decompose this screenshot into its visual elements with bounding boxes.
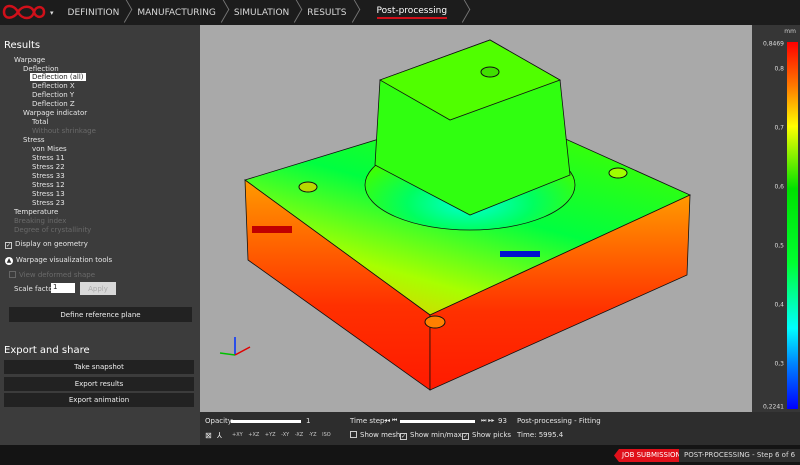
checkbox-icon xyxy=(9,271,16,278)
show-picks-checkbox[interactable]: ✓ Show picks xyxy=(462,431,511,440)
results-panel: Results Warpage Deflection Deflection (a… xyxy=(0,25,200,445)
tree-total[interactable]: Total xyxy=(32,118,48,126)
view-button[interactable]: ISO xyxy=(322,432,331,438)
color-legend: mm 0,8469 0,8 0,7 0,6 0,5 0,4 0,3 0,2241 xyxy=(752,25,800,412)
tree-stress-33[interactable]: Stress 33 xyxy=(32,172,65,180)
tree-stress-13[interactable]: Stress 13 xyxy=(32,190,65,198)
legend-tick: 0,6 xyxy=(774,183,784,191)
view-button[interactable]: -XZ xyxy=(295,432,303,438)
result-info-time: Time: 5995.4 xyxy=(517,431,564,439)
view-button[interactable]: -YZ xyxy=(309,432,317,438)
legend-tick: 0,5 xyxy=(774,242,784,250)
export-results-button[interactable]: Export results xyxy=(4,377,194,391)
tree-stress-12[interactable]: Stress 12 xyxy=(32,181,65,189)
timestep-value: 93 xyxy=(498,417,507,425)
axis-triad-icon xyxy=(219,337,251,356)
tree-warpage-indicator[interactable]: Warpage indicator xyxy=(23,109,87,117)
min-marker xyxy=(500,251,540,257)
first-step-icon[interactable]: ◂◂ ⏮ xyxy=(384,417,397,425)
legend-tick: 0,3 xyxy=(774,360,784,368)
app-logo[interactable] xyxy=(0,0,50,25)
show-minmax-checkbox[interactable]: ✓ Show min/max xyxy=(400,431,462,440)
collapse-icon: ▲ xyxy=(5,257,13,265)
tree-stress[interactable]: Stress xyxy=(23,136,45,144)
legend-tick: 0,4 xyxy=(774,301,784,309)
warpage-tools-toggle[interactable]: ▲ Warpage visualization tools xyxy=(5,256,112,265)
nav-post-processing-label: Post-processing xyxy=(376,6,448,19)
legend-tick: 0,8 xyxy=(774,65,784,73)
tree-deflection[interactable]: Deflection xyxy=(23,65,59,73)
apply-button[interactable]: Apply xyxy=(80,282,116,295)
top-nav-bar: ▾ DEFINITION MANUFACTURING SIMULATION RE… xyxy=(0,0,800,25)
axes-view-icon[interactable]: ⅄ xyxy=(217,431,222,440)
define-reference-plane-button[interactable]: Define reference plane xyxy=(9,307,192,322)
results-heading: Results xyxy=(4,40,41,51)
tree-deflection-x[interactable]: Deflection X xyxy=(32,82,75,90)
last-step-icon[interactable]: ⏭ ▸▸ xyxy=(481,417,494,425)
viewer-toolbar: Opacity: 1 ⊠ ⅄ +XY +XZ +YZ -XY -XZ -YZ I… xyxy=(200,412,800,445)
tree-crystallinity: Degree of crystallinity xyxy=(14,226,92,234)
legend-tick: 0,7 xyxy=(774,124,784,132)
show-picks-label: Show picks xyxy=(472,431,512,439)
status-bar: JOB SUBMISSION POST-PROCESSING - Step 6 … xyxy=(0,445,800,465)
tree-deflection-z[interactable]: Deflection Z xyxy=(32,100,75,108)
tree-temperature[interactable]: Temperature xyxy=(14,208,58,216)
nav-simulation[interactable]: SIMULATION xyxy=(226,0,299,25)
scale-factor-input[interactable]: 1 xyxy=(51,283,75,293)
legend-min: 0,2241 xyxy=(763,403,784,411)
tree-warpage[interactable]: Warpage xyxy=(14,56,45,64)
view-buttons[interactable]: +XY +XZ +YZ -XY -XZ -YZ ISO xyxy=(232,432,331,438)
checkbox-checked-icon: ✓ xyxy=(400,433,407,440)
legend-unit: mm xyxy=(784,28,796,35)
view-deformed-checkbox: View deformed shape xyxy=(9,271,95,279)
opacity-slider[interactable] xyxy=(231,420,301,423)
3d-viewport[interactable] xyxy=(200,25,752,412)
view-deformed-label: View deformed shape xyxy=(19,271,96,279)
warpage-model xyxy=(219,39,691,391)
color-scale-bar xyxy=(787,42,798,409)
checkbox-checked-icon: ✓ xyxy=(5,242,12,249)
view-button[interactable]: +YZ xyxy=(265,432,276,438)
opacity-value: 1 xyxy=(306,417,311,425)
timestep-label: Time step: xyxy=(350,417,387,425)
warpage-tools-label: Warpage visualization tools xyxy=(16,256,113,264)
nav-definition[interactable]: DEFINITION xyxy=(60,0,130,25)
job-submission-button[interactable]: JOB SUBMISSION xyxy=(614,449,687,462)
tree-stress-23[interactable]: Stress 23 xyxy=(32,199,65,207)
tree-stress-22[interactable]: Stress 22 xyxy=(32,163,65,171)
tree-deflection-all[interactable]: Deflection (all) xyxy=(30,73,86,81)
export-heading: Export and share xyxy=(4,345,90,356)
nav-results[interactable]: RESULTS xyxy=(299,0,356,25)
fit-view-icon[interactable]: ⊠ xyxy=(205,431,212,440)
opacity-label: Opacity: xyxy=(205,417,234,425)
show-mesh-checkbox[interactable]: Show mesh xyxy=(350,431,400,439)
view-button[interactable]: +XY xyxy=(232,432,243,438)
tree-stress-11[interactable]: Stress 11 xyxy=(32,154,65,162)
nav-manufacturing[interactable]: MANUFACTURING xyxy=(129,0,226,25)
display-on-geometry-checkbox[interactable]: ✓ Display on geometry xyxy=(5,240,88,249)
checkbox-checked-icon: ✓ xyxy=(462,433,469,440)
result-info-title: Post-processing - Fitting xyxy=(517,417,601,425)
legend-max: 0,8469 xyxy=(763,40,784,48)
tree-deflection-y[interactable]: Deflection Y xyxy=(32,91,74,99)
checkbox-icon xyxy=(350,431,357,438)
show-mesh-label: Show mesh xyxy=(360,431,401,439)
workflow-step: POST-PROCESSING - Step 6 of 6 xyxy=(679,449,800,462)
logo-dropdown-icon[interactable]: ▾ xyxy=(50,9,54,17)
view-button[interactable]: +XZ xyxy=(248,432,259,438)
max-marker xyxy=(252,226,292,233)
show-minmax-label: Show min/max xyxy=(410,431,462,439)
tree-breaking-index: Breaking index xyxy=(14,217,67,225)
display-on-geometry-label: Display on geometry xyxy=(15,240,88,248)
export-animation-button[interactable]: Export animation xyxy=(4,393,194,407)
view-button[interactable]: -XY xyxy=(281,432,289,438)
tree-without-shrinkage: Without shrinkage xyxy=(32,127,96,135)
take-snapshot-button[interactable]: Take snapshot xyxy=(4,360,194,374)
timestep-slider[interactable] xyxy=(400,420,475,423)
tree-von-mises[interactable]: von Mises xyxy=(32,145,67,153)
nav-post-processing[interactable]: Post-processing xyxy=(357,0,468,25)
